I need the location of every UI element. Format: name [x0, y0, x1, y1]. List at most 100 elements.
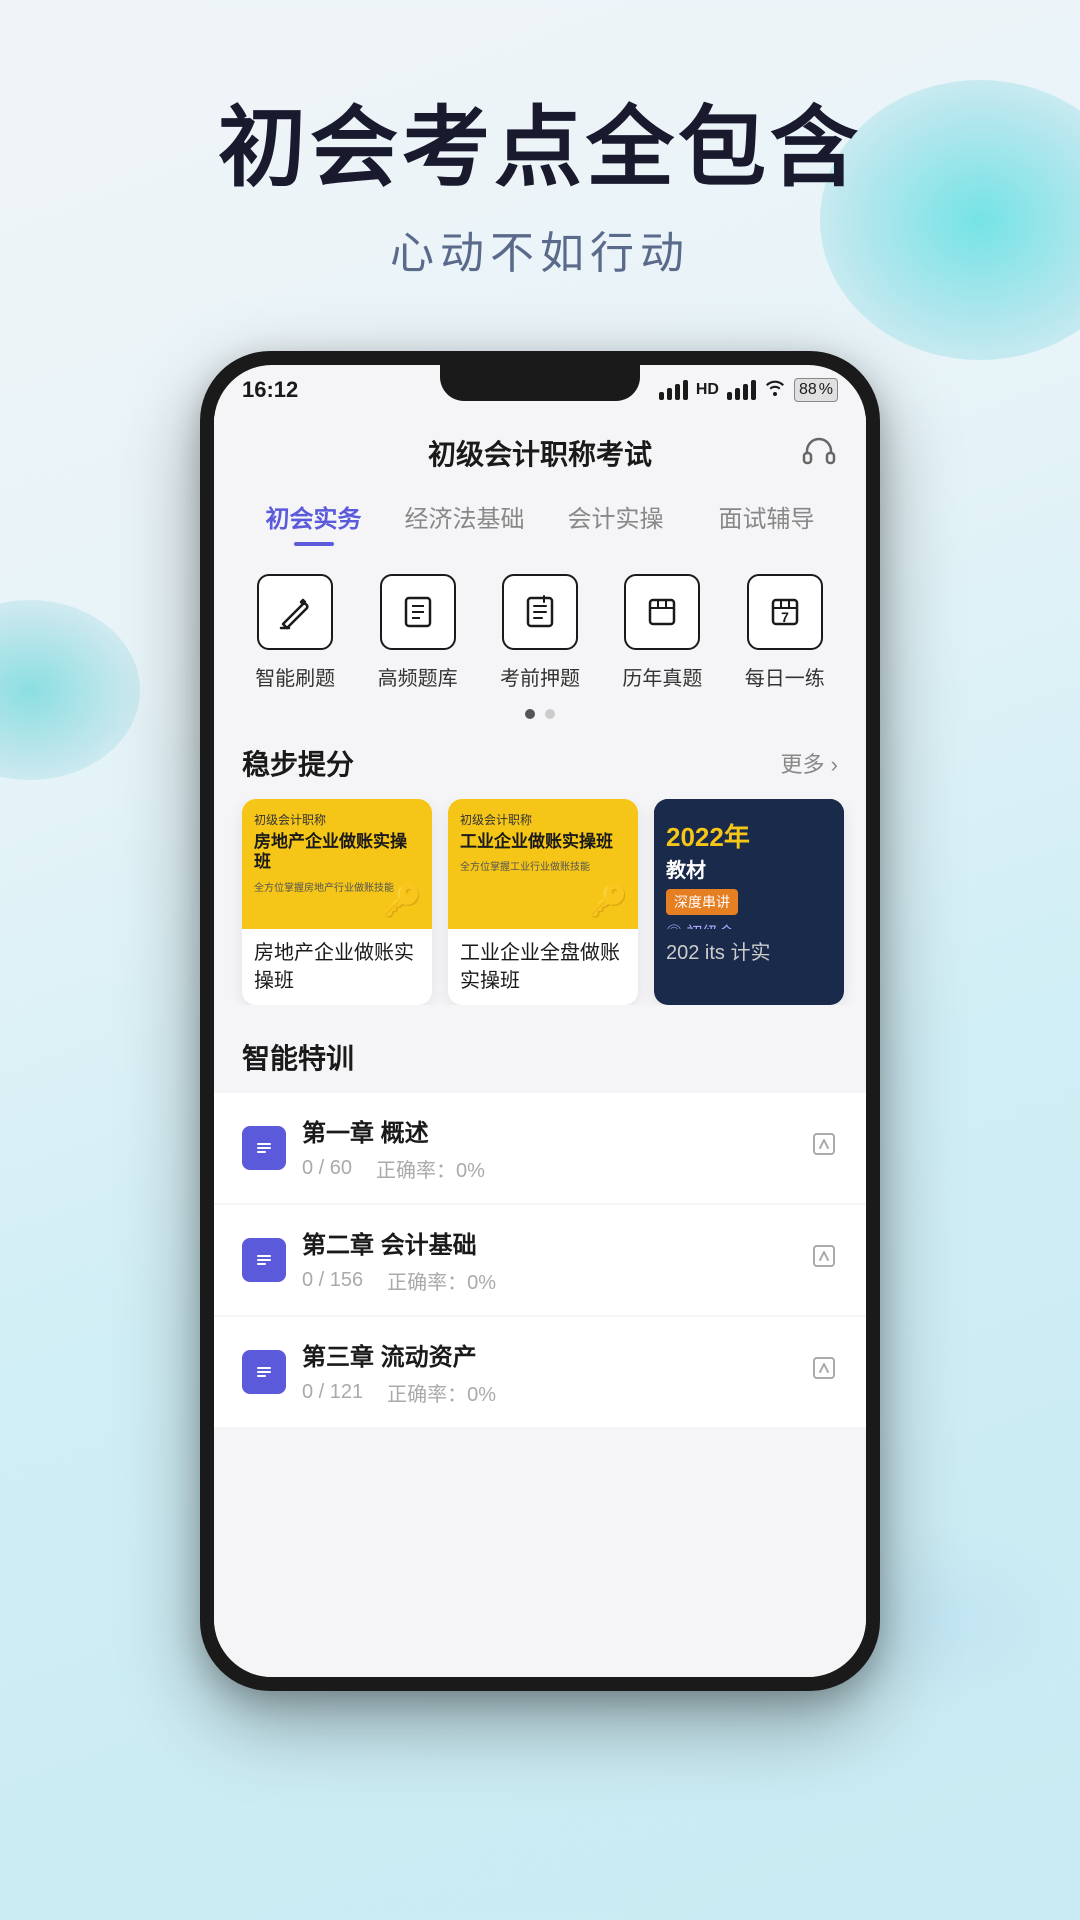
training-section: 智能特训 第一章 概述	[214, 1025, 866, 1439]
course-thumb-2022: 2022年	[666, 811, 750, 854]
course-thumb-3: 2022年 教材 深度串讲 ◎ 初级会	[654, 799, 844, 929]
training-info-2: 第二章 会计基础 0 / 156 正确率：0%	[302, 1225, 810, 1295]
signal-bar2-2	[735, 388, 740, 400]
phone-notch	[440, 365, 640, 401]
course-thumb-big-2: 工业企业做账实操班	[460, 832, 613, 852]
course-thumb-small-1: 初级会计职称	[254, 811, 326, 828]
signal-bar-3	[675, 384, 680, 400]
tab-active-underline	[294, 542, 334, 546]
app-header-title: 初级会计职称考试	[428, 433, 652, 473]
training-item-1[interactable]: 第一章 概述 0 / 60 正确率：0%	[214, 1093, 866, 1203]
steady-section-title: 稳步提分	[242, 743, 354, 783]
key-icon-2: 🔑	[588, 881, 628, 919]
freq-bank-label: 高频题库	[378, 662, 458, 691]
course-title-3: 202 its 计实	[654, 929, 844, 977]
training-accuracy-label-3: 正确率：0%	[387, 1378, 496, 1407]
training-progress-2: 0 / 156	[302, 1269, 363, 1292]
training-accuracy-label-1: 正确率：0%	[376, 1154, 485, 1183]
training-accuracy-label-2: 正确率：0%	[387, 1266, 496, 1295]
daily-practice-icon-box: 7	[747, 574, 823, 650]
courses-row: 初级会计职称 房地产企业做账实操班 全方位掌握房地产行业做账技能 🔑 房地产企业…	[214, 799, 866, 1005]
hero-subtitle: 心动不如行动	[0, 217, 1080, 281]
signal-bars-2	[727, 380, 756, 400]
tab-miànshi[interactable]: 面试辅导	[691, 491, 842, 546]
dot-2	[545, 709, 555, 719]
history-exam-label: 历年真题	[622, 662, 702, 691]
hero-section: 初会考点全包含 心动不如行动	[0, 0, 1080, 321]
training-item-3[interactable]: 第三章 流动资产 0 / 121 正确率：0%	[214, 1317, 866, 1427]
function-icons-row: 智能刷题 高频题库 考前押题	[214, 546, 866, 701]
status-icons: HD 88 %	[659, 378, 838, 402]
training-icon-3	[242, 1350, 286, 1394]
signal-bar2-3	[743, 384, 748, 400]
training-icon-2	[242, 1238, 286, 1282]
course-thumb-1: 初级会计职称 房地产企业做账实操班 全方位掌握房地产行业做账技能 🔑	[242, 799, 432, 929]
course-level-label: ◎ 初级会	[666, 919, 734, 929]
signal-bar2-4	[751, 380, 756, 400]
course-thumb-sub-2: 全方位掌握工业行业做账技能	[460, 858, 590, 873]
training-edit-icon-1[interactable]	[810, 1130, 838, 1165]
history-exam-icon-box	[624, 574, 700, 650]
training-icon-1	[242, 1126, 286, 1170]
smart-brush-label: 智能刷题	[255, 662, 335, 691]
icon-daily-practice[interactable]: 7 每日一练	[745, 574, 825, 691]
training-item-2[interactable]: 第二章 会计基础 0 / 156 正确率：0%	[214, 1205, 866, 1315]
phone-frame: 16:12 HD	[200, 351, 880, 1691]
icon-freq-bank[interactable]: 高频题库	[378, 574, 458, 691]
training-name-3: 第三章 流动资产	[302, 1337, 810, 1372]
tab-chuhui-shiwu[interactable]: 初会实务	[238, 491, 389, 546]
dot-1	[525, 709, 535, 719]
status-time: 16:12	[242, 377, 298, 403]
training-stats-3: 0 / 121 正确率：0%	[302, 1378, 810, 1407]
training-name-2: 第二章 会计基础	[302, 1225, 810, 1260]
daily-practice-label: 每日一练	[745, 662, 825, 691]
training-section-header: 智能特训	[214, 1025, 866, 1093]
tab-kuaiji-shicao[interactable]: 会计实操	[540, 491, 691, 546]
tabs-row: 初会实务 经济法基础 会计实操 面试辅导	[214, 483, 866, 546]
pagination-dots	[214, 701, 866, 731]
steady-section-header: 稳步提分 更多 ›	[214, 731, 866, 799]
course-thumb-big-1: 房地产企业做账实操班	[254, 832, 420, 873]
signal-bar-4	[683, 380, 688, 400]
deep-lecture-badge: 深度串讲	[666, 889, 738, 915]
headphone-icon[interactable]	[800, 433, 838, 471]
course-title-2: 工业企业全盘做账实操班	[448, 929, 638, 1005]
exam-predict-label: 考前押题	[500, 662, 580, 691]
training-section-title: 智能特训	[242, 1037, 354, 1077]
smart-brush-icon-box	[257, 574, 333, 650]
app-header: 初级会计职称考试	[214, 415, 866, 483]
signal-bars	[659, 380, 688, 400]
svg-text:7: 7	[781, 609, 789, 625]
app-content: 初级会计职称考试 初会实务	[214, 415, 866, 1677]
course-thumb-material: 教材	[666, 854, 706, 883]
signal-bar-1	[659, 392, 664, 400]
exam-predict-icon-box	[502, 574, 578, 650]
training-info-1: 第一章 概述 0 / 60 正确率：0%	[302, 1113, 810, 1183]
wifi-icon	[764, 378, 786, 401]
steady-section-more[interactable]: 更多 ›	[781, 747, 838, 779]
tab-jingji-fa[interactable]: 经济法基础	[389, 491, 540, 546]
hero-title: 初会考点全包含	[0, 100, 1080, 197]
freq-bank-icon-box	[380, 574, 456, 650]
course-card-1[interactable]: 初级会计职称 房地产企业做账实操班 全方位掌握房地产行业做账技能 🔑 房地产企业…	[242, 799, 432, 1005]
key-icon-1: 🔑	[382, 881, 422, 919]
icon-exam-predict[interactable]: 考前押题	[500, 574, 580, 691]
course-thumb-2: 初级会计职称 工业企业做账实操班 全方位掌握工业行业做账技能 🔑	[448, 799, 638, 929]
icon-history-exam[interactable]: 历年真题	[622, 574, 702, 691]
training-edit-icon-2[interactable]	[810, 1242, 838, 1277]
phone-screen: 16:12 HD	[214, 365, 866, 1677]
training-progress-3: 0 / 121	[302, 1381, 363, 1404]
training-edit-icon-3[interactable]	[810, 1354, 838, 1389]
training-progress-1: 0 / 60	[302, 1157, 352, 1180]
course-thumb-small-2: 初级会计职称	[460, 811, 532, 828]
course-card-2[interactable]: 初级会计职称 工业企业做账实操班 全方位掌握工业行业做账技能 🔑 工业企业全盘做…	[448, 799, 638, 1005]
course-card-3[interactable]: 2022年 教材 深度串讲 ◎ 初级会 202 its 计实	[654, 799, 844, 1005]
signal-bar-2	[667, 388, 672, 400]
icon-smart-brush[interactable]: 智能刷题	[255, 574, 335, 691]
course-thumb-sub-1: 全方位掌握房地产行业做账技能	[254, 879, 394, 894]
hd-label: HD	[696, 381, 719, 399]
signal-bar2-1	[727, 392, 732, 400]
course-title-1: 房地产企业做账实操班	[242, 929, 432, 1005]
training-stats-1: 0 / 60 正确率：0%	[302, 1154, 810, 1183]
training-info-3: 第三章 流动资产 0 / 121 正确率：0%	[302, 1337, 810, 1407]
